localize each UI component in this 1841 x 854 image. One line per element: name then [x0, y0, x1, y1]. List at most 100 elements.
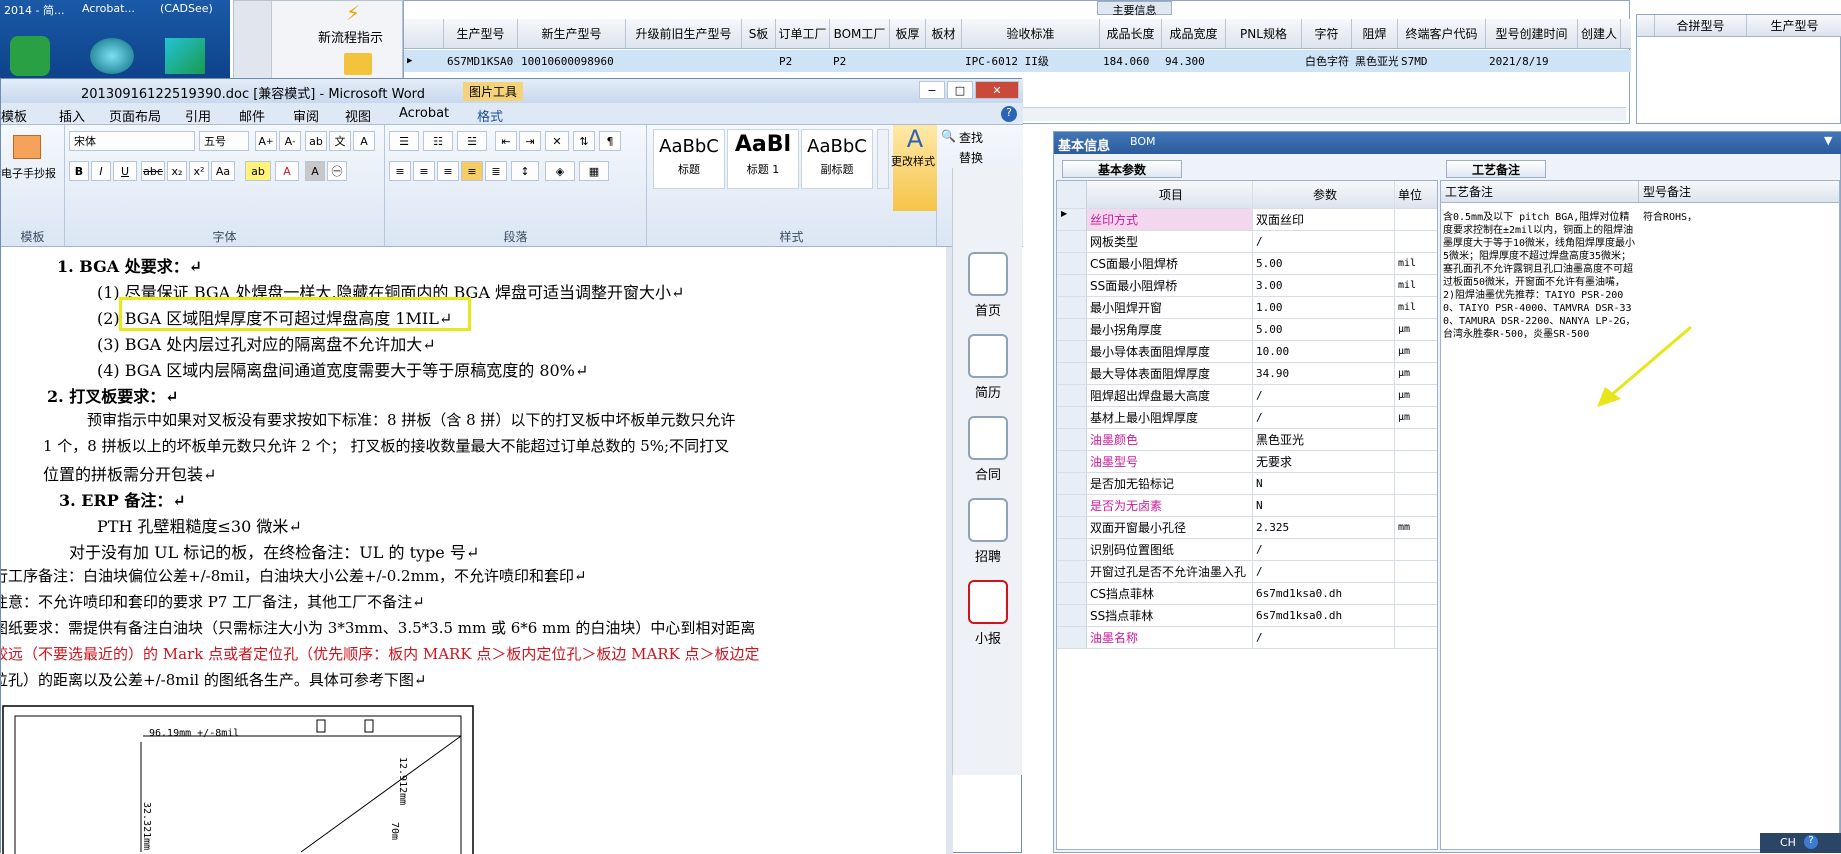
align-left-icon[interactable]: ≡	[389, 161, 411, 181]
numbering-icon[interactable]: ☷	[423, 131, 453, 151]
table-row[interactable]: 基材上最小阻焊厚度 / μm	[1057, 407, 1437, 429]
sidebar-item-home[interactable]: 首页	[961, 252, 1015, 322]
col-header[interactable]: 项目	[1087, 181, 1253, 208]
param-value[interactable]: 6s7md1ksa0.dh	[1253, 605, 1395, 626]
table-row[interactable]: 是否为无卤素 N	[1057, 495, 1437, 517]
tab-format[interactable]: 格式	[477, 106, 503, 125]
replace-button[interactable]: 替换	[959, 149, 983, 166]
table-row[interactable]: 油墨型号 无要求	[1057, 451, 1437, 473]
table-row[interactable]: CS挡点菲林 6s7md1ksa0.dh	[1057, 583, 1437, 605]
show-marks-icon[interactable]: ¶	[599, 131, 621, 151]
italic-icon[interactable]: I	[91, 161, 111, 181]
table-row[interactable]: 最小拐角厚度 5.00 μm	[1057, 319, 1437, 341]
col-header[interactable]: S板	[742, 19, 776, 48]
change-case-icon[interactable]: Aa	[211, 161, 235, 181]
document-canvas[interactable]: 1. BGA 处要求：↵ (1) 尽量保证 BGA 处焊盘一样大,隐藏在铜面内的…	[1, 247, 946, 854]
distribute-icon[interactable]: ≣	[485, 161, 507, 181]
col-header[interactable]: 板厚	[890, 19, 926, 48]
line-spacing-icon[interactable]: ↕	[511, 161, 539, 181]
param-value[interactable]: 34.90	[1253, 363, 1395, 384]
increase-indent-icon[interactable]: ⇥	[519, 131, 541, 151]
chinese-layout-icon[interactable]: ✕	[545, 131, 569, 151]
table-row[interactable]: 最小导体表面阻焊厚度 10.00 μm	[1057, 341, 1437, 363]
param-value[interactable]: /	[1253, 539, 1395, 560]
desktop-label-1[interactable]: 2014 - 简...	[4, 2, 64, 18]
col-header[interactable]: 型号备注	[1639, 181, 1839, 202]
folder-icon[interactable]	[344, 53, 372, 75]
col-header[interactable]: BOM工厂	[830, 19, 890, 48]
tab-basic-params[interactable]: 基本参数	[1062, 160, 1182, 178]
shrink-font-icon[interactable]: A-	[279, 131, 301, 151]
table-row[interactable]: 最小阻焊开窗 1.00 mil	[1057, 297, 1437, 319]
sidebar-item-report[interactable]: 小报	[961, 580, 1015, 650]
sidebar-item-recruit[interactable]: 招聘	[961, 498, 1015, 568]
tab-process-notes[interactable]: 工艺备注	[1446, 160, 1546, 178]
tab-view[interactable]: 视图	[345, 106, 371, 125]
param-value[interactable]: N	[1253, 473, 1395, 494]
col-header[interactable]: 新生产型号	[518, 19, 626, 48]
strikethrough-icon[interactable]: abc	[141, 161, 165, 181]
col-header[interactable]: 阻焊	[1352, 19, 1398, 48]
maximize-button[interactable]: □	[947, 81, 973, 99]
borders-icon[interactable]: ▦	[579, 161, 609, 181]
table-row[interactable]: 油墨名称 /	[1057, 627, 1437, 649]
param-value[interactable]: /	[1253, 561, 1395, 582]
table-row[interactable]: SS面最小阻焊桥 3.00 mil	[1057, 275, 1437, 297]
font-name-select[interactable]: 宋体	[69, 131, 195, 151]
subscript-icon[interactable]: x₂	[167, 161, 187, 181]
table-row[interactable]: ▶ 丝印方式 双面丝印	[1057, 209, 1437, 231]
col-header[interactable]: 合拼型号	[1655, 15, 1747, 36]
col-header[interactable]: 单位	[1395, 181, 1435, 208]
param-value[interactable]: 无要求	[1253, 451, 1395, 472]
find-button[interactable]: 查找	[959, 129, 983, 146]
table-row[interactable]: 最大导体表面阻焊厚度 34.90 μm	[1057, 363, 1437, 385]
tab-acrobat[interactable]: Acrobat	[399, 106, 449, 121]
table-row[interactable]: 阻焊超出焊盘最大高度 / μm	[1057, 385, 1437, 407]
param-value[interactable]: 5.00	[1253, 319, 1395, 340]
grow-font-icon[interactable]: A +	[255, 131, 277, 151]
col-header[interactable]: 生产型号	[444, 19, 518, 48]
param-value[interactable]: 3.00	[1253, 275, 1395, 296]
col-header[interactable]: 订单工厂	[776, 19, 830, 48]
enclose-char-icon[interactable]: ㊀	[327, 161, 347, 181]
copy-report-icon[interactable]	[13, 135, 41, 159]
close-button[interactable]: ✕	[975, 81, 1019, 99]
table-row[interactable]: 是否加无铅标记 N	[1057, 473, 1437, 495]
table-row[interactable]: 开窗过孔是否不允许油墨入孔 /	[1057, 561, 1437, 583]
col-header[interactable]: 字符	[1302, 19, 1352, 48]
tab-bom[interactable]: BOM	[1130, 135, 1156, 148]
param-value[interactable]: N	[1253, 495, 1395, 516]
bold-icon[interactable]: B	[69, 161, 89, 181]
model-note-text[interactable]: 符合ROHS，	[1643, 211, 1833, 224]
col-header[interactable]: 成品长度	[1100, 19, 1162, 48]
col-header[interactable]: 参数	[1253, 181, 1395, 208]
col-header[interactable]: 终端客户代码	[1398, 19, 1486, 48]
table-row[interactable]: 双面开窗最小孔径 2.325 mm	[1057, 517, 1437, 539]
highlight-icon[interactable]: ab	[245, 161, 271, 181]
param-value[interactable]: 1.00	[1253, 297, 1395, 318]
justify-icon[interactable]: ≡	[461, 161, 483, 181]
new-flow-button[interactable]: 新流程指示	[318, 27, 383, 46]
param-value[interactable]: 5.00	[1253, 253, 1395, 274]
param-value[interactable]: /	[1253, 385, 1395, 406]
tab-insert[interactable]: 插入	[59, 106, 85, 125]
bullets-icon[interactable]: ☰	[389, 131, 419, 151]
superscript-icon[interactable]: x²	[189, 161, 209, 181]
main-info-tab[interactable]: 主要信息	[1097, 1, 1172, 17]
col-header[interactable]: 型号创建时间	[1486, 19, 1578, 48]
tab-basic-info[interactable]: 基本信息	[1058, 135, 1110, 154]
align-right-icon[interactable]: ≡	[437, 161, 459, 181]
help-icon[interactable]: ?	[1001, 106, 1017, 122]
tab-template[interactable]: 模板	[1, 106, 27, 125]
col-header[interactable]: 生产型号	[1747, 15, 1841, 36]
font-color-icon[interactable]: A	[275, 161, 299, 181]
param-value[interactable]: /	[1253, 407, 1395, 428]
table-row[interactable]: ▶ 6S7MD1KSA0 10010600098960 P2 P2 IPC-60…	[404, 50, 1631, 72]
phonetic-icon[interactable]: 文	[329, 131, 351, 151]
tab-review[interactable]: 审阅	[293, 106, 319, 125]
acrobat-desktop-icon[interactable]	[90, 38, 134, 74]
col-header[interactable]: 成品宽度	[1162, 19, 1226, 48]
col-header[interactable]: 创建人	[1578, 19, 1621, 48]
word-title-bar[interactable]: 20130916122519390.doc [兼容模式] - Microsoft…	[1, 79, 1023, 103]
cadsee-desktop-icon[interactable]	[165, 38, 205, 74]
